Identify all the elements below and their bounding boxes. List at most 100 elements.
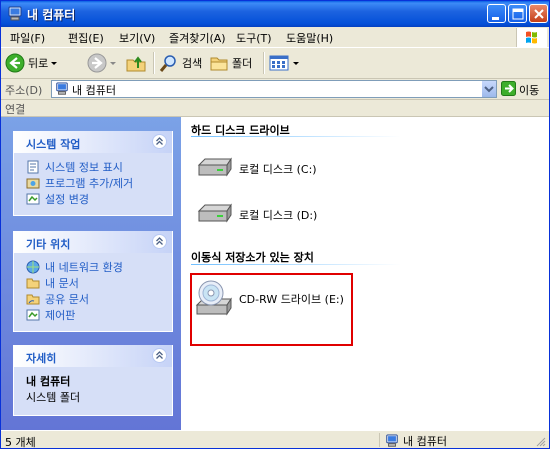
chevron-up-icon	[156, 237, 163, 245]
chevron-down-icon	[293, 62, 299, 65]
go-label[interactable]: 이동	[519, 82, 539, 98]
search-button[interactable]: 검색	[159, 52, 202, 74]
hard-disk-icon	[197, 203, 232, 223]
address-label: 주소(D)	[5, 84, 43, 97]
my-computer-icon	[8, 6, 22, 21]
menu-file[interactable]: 파일(F)	[10, 30, 45, 46]
system-info-icon	[27, 160, 39, 174]
place-label: 내 네트워크 환경	[45, 261, 123, 274]
drive-c-label: 로컬 디스크 (C:)	[239, 163, 317, 176]
status-bar: 5 개체 내 컴퓨터	[1, 430, 549, 449]
close-button[interactable]	[529, 4, 548, 23]
search-icon	[159, 55, 176, 72]
details-type: 시스템 폴더	[26, 391, 81, 404]
other-places-header[interactable]: 기타 위치	[14, 231, 172, 253]
details-panel: 자세히 내 컴퓨터 시스템 폴더	[13, 345, 173, 416]
hard-disk-icon	[197, 157, 232, 177]
address-input[interactable]: 내 컴퓨터	[51, 80, 497, 98]
address-value: 내 컴퓨터	[72, 84, 116, 97]
place-label: 공유 문서	[45, 293, 89, 306]
shared-folder-icon	[26, 294, 40, 305]
folders-button[interactable]: 폴더	[209, 52, 252, 74]
menu-edit[interactable]: 편집(E)	[68, 30, 104, 46]
task-change-setting[interactable]: 설정 변경	[26, 191, 164, 207]
status-divider	[379, 433, 380, 447]
minimize-icon	[492, 17, 499, 20]
views-button[interactable]	[269, 52, 301, 74]
status-location: 내 컴퓨터	[385, 433, 447, 448]
menu-view[interactable]: 보기(V)	[119, 30, 155, 46]
search-label: 검색	[182, 57, 203, 70]
status-location-label: 내 컴퓨터	[403, 435, 447, 448]
my-computer-icon	[56, 82, 68, 95]
up-folder-icon	[126, 56, 146, 72]
windows-flag-icon	[526, 31, 537, 44]
task-add-remove-programs[interactable]: 프로그램 추가/제거	[26, 175, 164, 191]
chevron-down-icon	[51, 62, 58, 65]
details-title: 자세히	[26, 352, 57, 365]
task-pane: 시스템 작업 시스템 정보 표시 프로그램 추가/제거 설정 변경 기타 위치 …	[1, 117, 181, 430]
control-panel-icon	[26, 309, 40, 321]
links-bar: 연결	[1, 100, 549, 117]
details-header[interactable]: 자세히	[14, 345, 172, 367]
toolbar-separator	[153, 52, 155, 74]
group-divider	[191, 136, 401, 137]
up-folder-button[interactable]	[125, 52, 147, 74]
collapse-button[interactable]	[152, 348, 167, 363]
system-tasks-header[interactable]: 시스템 작업	[14, 131, 172, 153]
status-object-count: 5 개체	[5, 436, 36, 449]
removable-header: 이동식 저장소가 있는 장치	[191, 251, 314, 264]
other-places-panel: 기타 위치 내 네트워크 환경 내 문서 공유 문서 제어판	[13, 231, 173, 332]
my-computer-icon	[386, 434, 398, 447]
place-my-documents[interactable]: 내 문서	[26, 275, 164, 291]
window-title: 내 컴퓨터	[27, 8, 76, 22]
network-icon	[26, 260, 40, 274]
toolbar: 뒤로 검색 폴더	[1, 48, 549, 79]
drive-d-label: 로컬 디스크 (D:)	[239, 209, 318, 222]
maximize-button[interactable]	[508, 4, 527, 23]
system-tasks-panel: 시스템 작업 시스템 정보 표시 프로그램 추가/제거 설정 변경	[13, 131, 173, 216]
place-shared-documents[interactable]: 공유 문서	[26, 291, 164, 307]
chevron-up-icon	[156, 351, 163, 359]
chevron-down-icon	[484, 86, 494, 93]
chevron-up-icon	[156, 137, 163, 145]
views-icon	[269, 55, 289, 71]
links-label[interactable]: 연결	[5, 101, 25, 117]
system-tasks-title: 시스템 작업	[26, 138, 81, 151]
collapse-button[interactable]	[152, 134, 167, 149]
task-view-system-info[interactable]: 시스템 정보 표시	[26, 159, 164, 175]
drive-d[interactable]: 로컬 디스크 (D:)	[195, 201, 317, 229]
address-bar: 주소(D) 내 컴퓨터 이동	[1, 79, 549, 100]
highlight-box	[190, 273, 353, 346]
menu-favorites[interactable]: 즐겨찾기(A)	[169, 30, 226, 46]
resize-grip-icon[interactable]	[534, 435, 546, 447]
folder-icon	[210, 57, 228, 71]
collapse-button[interactable]	[152, 234, 167, 249]
title-bar[interactable]: 내 컴퓨터	[1, 1, 549, 27]
menu-bar: 파일(F) 편집(E) 보기(V) 즐겨찾기(A) 도구(T) 도움말(H)	[1, 27, 549, 48]
address-dropdown-button[interactable]	[481, 81, 496, 97]
windows-logo	[516, 28, 547, 47]
go-arrow-icon[interactable]	[501, 81, 516, 96]
details-name: 내 컴퓨터	[26, 375, 71, 388]
explorer-window: 내 컴퓨터 파일(F) 편집(E) 보기(V) 즐겨찾기(A) 도구(T) 도움…	[0, 0, 550, 449]
task-label: 설정 변경	[45, 193, 89, 206]
control-panel-icon	[26, 193, 40, 205]
place-my-network[interactable]: 내 네트워크 환경	[26, 259, 164, 275]
minimize-button[interactable]	[487, 4, 506, 23]
programs-icon	[26, 178, 40, 189]
maximize-icon	[512, 8, 524, 20]
forward-arrow-icon	[87, 53, 107, 73]
toolbar-separator	[263, 52, 265, 74]
group-divider	[191, 264, 401, 265]
menu-tools[interactable]: 도구(T)	[236, 30, 272, 46]
task-label: 프로그램 추가/제거	[45, 177, 134, 190]
place-control-panel[interactable]: 제어판	[26, 307, 164, 323]
forward-button[interactable]	[87, 52, 119, 74]
task-label: 시스템 정보 표시	[45, 161, 123, 174]
menu-help[interactable]: 도움말(H)	[286, 30, 333, 46]
back-button[interactable]: 뒤로	[5, 52, 60, 74]
folders-label: 폴더	[232, 57, 253, 70]
drive-c[interactable]: 로컬 디스크 (C:)	[195, 155, 317, 183]
folder-icon	[26, 278, 40, 289]
